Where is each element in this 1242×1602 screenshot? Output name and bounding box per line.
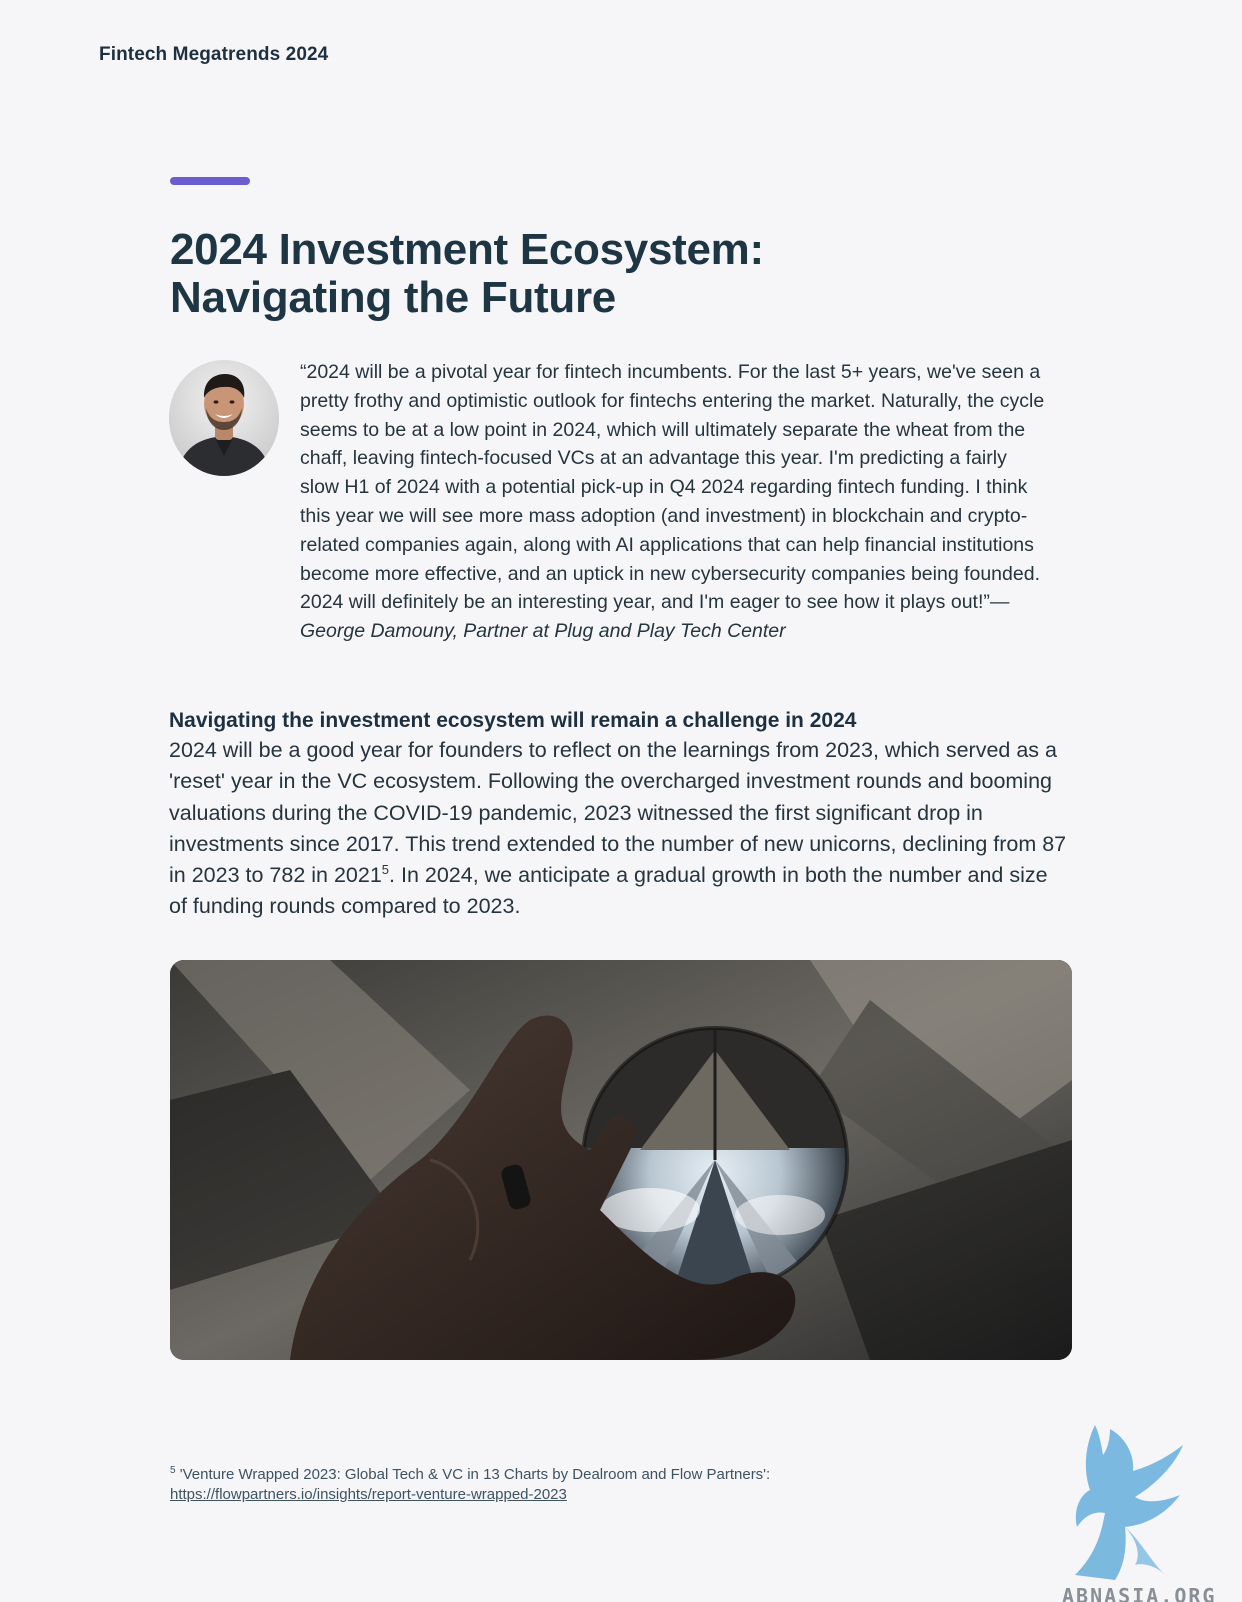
footnote: 5 'Venture Wrapped 2023: Global Tech & V…	[170, 1465, 970, 1505]
quote-text: “2024 will be a pivotal year for fintech…	[300, 361, 1045, 614]
page-title-line-2: Navigating the Future	[170, 273, 616, 322]
document-page: Fintech Megatrends 2024 2024 Investment …	[0, 0, 1242, 1602]
portrait-photo-icon	[169, 360, 279, 476]
section-body: 2024 will be a good year for founders to…	[169, 735, 1069, 923]
footnote-reference[interactable]: 5	[382, 862, 389, 877]
running-header: Fintech Megatrends 2024	[99, 44, 329, 65]
body-section: Navigating the investment ecosystem will…	[169, 706, 1069, 923]
page-title-line-1: 2024 Investment Ecosystem:	[170, 225, 764, 274]
footnote-text: 'Venture Wrapped 2023: Global Tech & VC …	[175, 1466, 771, 1483]
pull-quote: “2024 will be a pivotal year for fintech…	[300, 358, 1045, 646]
footnote-link[interactable]: https://flowpartners.io/insights/report-…	[170, 1486, 567, 1503]
griffin-logo-icon	[1055, 1415, 1205, 1595]
accent-bar	[170, 177, 250, 185]
page-title: 2024 Investment Ecosystem: Navigating th…	[170, 226, 1070, 322]
section-heading: Navigating the investment ecosystem will…	[169, 709, 857, 732]
footnote-citation: 5 'Venture Wrapped 2023: Global Tech & V…	[170, 1465, 970, 1485]
watermark-text: ABNASIA.ORG	[1062, 1584, 1217, 1602]
crystal-ball-photo-icon	[170, 960, 1072, 1360]
